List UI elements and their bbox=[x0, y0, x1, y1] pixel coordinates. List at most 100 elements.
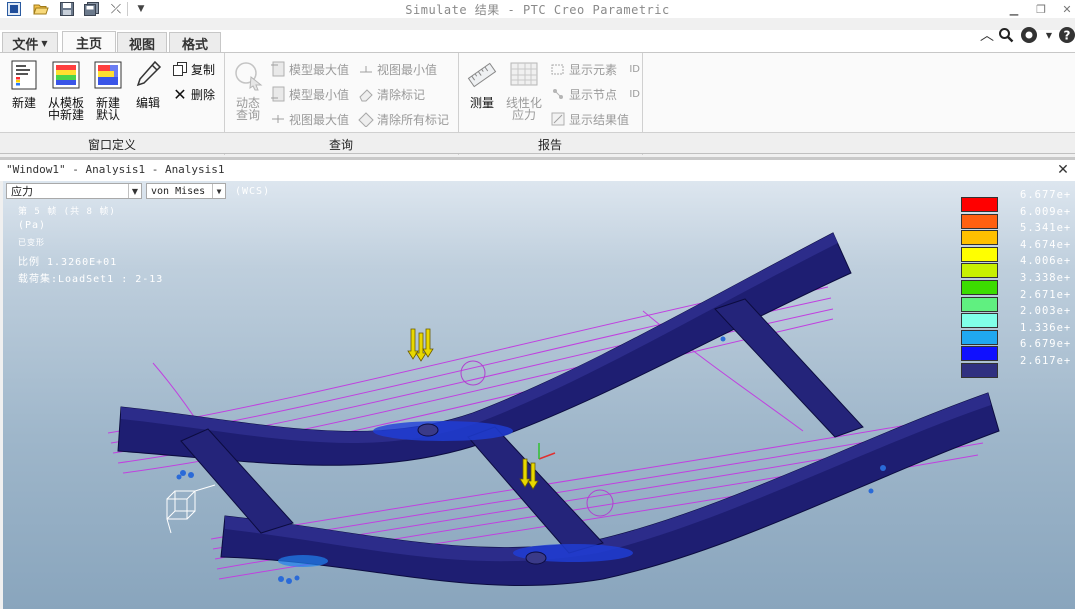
result-quantity-select[interactable]: 应力 ▼ bbox=[6, 183, 142, 199]
new-button[interactable]: 新建 bbox=[4, 59, 44, 131]
deformed-frame-model bbox=[107, 232, 1000, 587]
rear-rail-top bbox=[121, 233, 838, 444]
legend-value: 6.009e+ bbox=[1020, 205, 1072, 218]
linearized-stress-icon bbox=[509, 59, 539, 91]
linearized-stress-label: 线性化 应力 bbox=[504, 97, 544, 121]
delete-button[interactable]: ✕ 删除 bbox=[172, 85, 216, 104]
view-max-button[interactable]: 视图最大值 bbox=[270, 110, 349, 128]
dynamic-query-button[interactable]: 动态 查询 bbox=[228, 59, 268, 131]
tab-view[interactable]: 视图 bbox=[117, 32, 167, 53]
close-result-window-icon[interactable]: ✕ bbox=[1055, 162, 1071, 178]
result-value-icon bbox=[550, 111, 566, 127]
window-title: Simulate 结果 - PTC Creo Parametric bbox=[405, 3, 670, 17]
view-min-label: 视图最小值 bbox=[377, 62, 438, 77]
legend-color-swatch bbox=[961, 279, 998, 295]
delete-label: 删除 bbox=[191, 87, 216, 102]
group-label-report: 报告 bbox=[537, 138, 562, 152]
show-node-button[interactable]: 显示节点 ID bbox=[550, 85, 640, 103]
chevron-down-icon: ▼ bbox=[128, 184, 141, 198]
show-element-button[interactable]: 显示元素 ID bbox=[550, 60, 640, 78]
new-from-template-line2: 中新建 bbox=[47, 108, 84, 122]
tab-home[interactable]: 主页 bbox=[62, 31, 116, 53]
coordinate-system-label: (WCS) bbox=[235, 186, 271, 197]
clear-all-marks-label: 清除所有标记 bbox=[377, 112, 450, 127]
view-orientation-cube bbox=[166, 484, 216, 534]
legend-color-swatch bbox=[961, 296, 998, 312]
tab-format[interactable]: 格式 bbox=[169, 32, 221, 53]
eraser-icon bbox=[358, 86, 374, 102]
frame-info: 第 5 帧 (共 8 帧) bbox=[18, 207, 116, 217]
pencil-icon bbox=[133, 59, 163, 91]
legend-color-swatch bbox=[961, 246, 998, 262]
model-max-label: 模型最大值 bbox=[289, 62, 350, 77]
deformed-info: 已变形 bbox=[18, 238, 45, 247]
measure-button[interactable]: 测量 bbox=[462, 59, 502, 131]
title-bar: ⤫ ▼ Simulate 结果 - PTC Creo Parametric ▁ … bbox=[0, 0, 1075, 18]
stress-component-value: von Mises bbox=[151, 185, 206, 197]
legend-color-swatch bbox=[961, 362, 998, 378]
result-quantity-value: 应力 bbox=[11, 185, 33, 198]
dynamic-query-icon bbox=[233, 59, 263, 91]
cross-member-middle bbox=[467, 426, 604, 554]
element-icon bbox=[550, 61, 566, 77]
legend-color-swatch bbox=[961, 346, 998, 362]
graphics-viewport[interactable]: 应力 ▼ von Mises ▼ (WCS) 第 5 帧 (共 8 帧) (Pa… bbox=[3, 181, 1075, 609]
search-icon[interactable] bbox=[997, 26, 1015, 44]
legend-value: 5.341e+ bbox=[1020, 222, 1072, 235]
minimize-icon[interactable]: ▁ bbox=[999, 0, 1029, 18]
tab-file[interactable]: 文件 ▼ bbox=[2, 32, 58, 53]
stress-legend bbox=[961, 197, 998, 380]
model-min-button[interactable]: 模型最小值 bbox=[270, 85, 349, 103]
view-min-button[interactable]: 视图最小值 bbox=[358, 60, 437, 78]
legend-value: 2.617e+ bbox=[1020, 355, 1072, 367]
community-icon[interactable] bbox=[1020, 26, 1038, 44]
group-label-window-def: 窗口定义 bbox=[87, 138, 136, 152]
view-max-label: 视图最大值 bbox=[289, 112, 350, 127]
default-window-icon bbox=[93, 59, 123, 91]
new-from-template-button[interactable]: 从模板 中新建 bbox=[46, 59, 86, 131]
coord-axis-x bbox=[538, 452, 556, 460]
undeformed-hole bbox=[586, 489, 614, 517]
ruler-icon bbox=[467, 59, 497, 91]
loadset-info: 载荷集:LoadSet1 : 2-13 bbox=[18, 274, 164, 285]
chevron-down-icon: ▼ bbox=[212, 184, 225, 198]
group-label-query: 查询 bbox=[328, 138, 353, 152]
stress-zone bbox=[373, 421, 513, 441]
edit-button[interactable]: 编辑 bbox=[128, 59, 168, 131]
stress-component-select[interactable]: von Mises ▼ bbox=[146, 183, 226, 199]
template-window-icon bbox=[51, 59, 81, 91]
mount-boss bbox=[525, 551, 547, 565]
legend-value: 4.674e+ bbox=[1020, 238, 1072, 251]
tab-home-label: 主页 bbox=[75, 37, 102, 52]
help-icon[interactable]: ? bbox=[1058, 26, 1075, 44]
stress-zone bbox=[278, 555, 328, 567]
legend-value: 2.003e+ bbox=[1020, 305, 1072, 318]
linearized-stress-button[interactable]: 线性化 应力 bbox=[504, 59, 544, 131]
legend-color-swatch bbox=[961, 213, 998, 229]
tab-format-label: 格式 bbox=[181, 37, 208, 53]
clear-all-marks-button[interactable]: 清除所有标记 bbox=[358, 110, 449, 128]
model-max-button[interactable]: 模型最大值 bbox=[270, 60, 349, 78]
new-button-label: 新建 bbox=[11, 96, 36, 110]
clear-mark-button[interactable]: 清除标记 bbox=[358, 85, 425, 103]
show-node-id: ID bbox=[629, 88, 640, 100]
linearized-stress-line2: 应力 bbox=[511, 108, 536, 122]
copy-button[interactable]: 复制 bbox=[172, 60, 215, 78]
close-icon[interactable]: ✕ bbox=[1052, 0, 1075, 18]
community-dropdown-icon[interactable]: ▼ bbox=[1040, 26, 1058, 44]
legend-color-swatch bbox=[961, 263, 998, 279]
collapse-ribbon-icon[interactable]: ︿ bbox=[978, 26, 996, 44]
view-max-icon bbox=[270, 111, 286, 127]
copy-label: 复制 bbox=[191, 62, 216, 77]
result-window-title: "Window1" - Analysis1 - Analysis1 bbox=[6, 163, 225, 176]
show-element-id: ID bbox=[629, 63, 640, 75]
show-result-button[interactable]: 显示结果值 bbox=[550, 110, 629, 128]
model-min-label: 模型最小值 bbox=[289, 87, 350, 102]
result-window-bar: "Window1" - Analysis1 - Analysis1 ✕ bbox=[0, 157, 1075, 181]
ribbon-group-labels: 窗口定义 查询 报告 bbox=[0, 132, 1075, 154]
creo-simulate-window: ⤫ ▼ Simulate 结果 - PTC Creo Parametric ▁ … bbox=[0, 0, 1075, 609]
new-from-template-label: 从模板 中新建 bbox=[46, 97, 86, 121]
legend-color-swatch bbox=[961, 313, 998, 329]
new-default-button[interactable]: 新建 默认 bbox=[88, 59, 128, 131]
legend-value: 1.336e+ bbox=[1020, 321, 1072, 334]
